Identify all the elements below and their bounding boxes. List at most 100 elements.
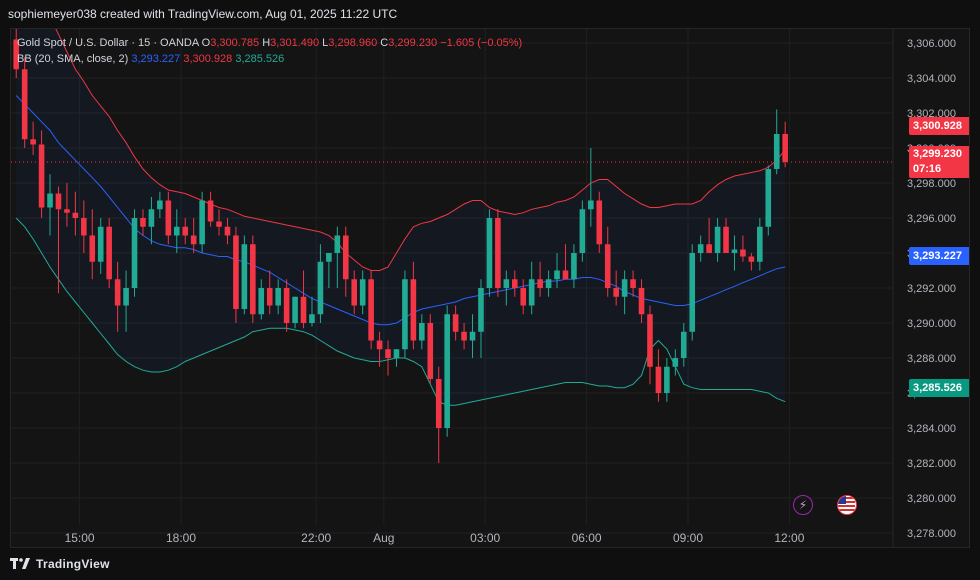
candle-down	[495, 218, 501, 288]
candle-down	[385, 349, 391, 358]
candle-up	[765, 169, 772, 227]
high-label: H	[262, 37, 271, 49]
candle-up	[173, 226, 180, 236]
candle-up	[621, 279, 628, 297]
candle-up	[123, 288, 129, 306]
candle-up	[258, 288, 265, 315]
candle-down	[452, 314, 459, 332]
y-tick-label: 3,304.000	[907, 73, 956, 85]
chart-pane[interactable]: 3,306.0003,304.0003,302.0003,300.0003,29…	[10, 28, 970, 548]
candle-down	[638, 288, 645, 315]
price-chart[interactable]: 3,306.0003,304.0003,302.0003,300.0003,29…	[11, 29, 969, 547]
candle-down	[740, 249, 746, 257]
high-value: 3,301.490	[270, 37, 320, 49]
candle-down	[630, 279, 636, 288]
candle-down	[140, 218, 146, 227]
candle-down	[64, 209, 70, 213]
candle-up	[393, 349, 400, 358]
x-tick-label: 03:00	[470, 531, 500, 545]
upper-band-price-badge: 3,300.928	[909, 117, 969, 135]
candle-up	[486, 218, 493, 288]
last-price-value: 3,299.230	[913, 148, 962, 160]
candle-up	[275, 288, 281, 306]
candle-down	[38, 144, 45, 208]
candle-up	[419, 323, 425, 341]
candle-down	[266, 288, 273, 306]
candle-down	[706, 244, 712, 253]
candle-up	[528, 279, 535, 306]
close-value: 3,299.230	[388, 37, 438, 49]
bb-upper-value: 3,300.928	[183, 53, 233, 65]
candle-up	[689, 253, 696, 332]
candle-down	[283, 288, 290, 323]
lightning-icon[interactable]: ⚡	[793, 495, 813, 515]
candle-down	[165, 200, 172, 236]
candle-down	[537, 279, 543, 288]
candle-down	[613, 288, 619, 297]
attribution-bar: sophiemeyer038 created with TradingView.…	[0, 0, 980, 28]
candle-down	[250, 244, 256, 315]
candle-up	[292, 296, 298, 323]
candle-up	[47, 193, 53, 208]
candle-down	[562, 270, 569, 280]
y-tick-label: 3,278.000	[907, 528, 956, 540]
candle-down	[520, 288, 527, 306]
candle-down	[655, 366, 662, 393]
us-flag-icon[interactable]	[837, 495, 857, 515]
x-tick-label: 06:00	[572, 531, 602, 545]
candle-up	[731, 249, 738, 253]
candle-down	[723, 226, 729, 253]
chart-legend: Gold Spot / U.S. Dollar · 15 · OANDA O 3,…	[17, 35, 522, 67]
candle-down	[72, 212, 79, 218]
candle-down	[647, 314, 653, 367]
candle-down	[461, 331, 467, 341]
candle-down	[351, 279, 358, 306]
candle-down	[376, 340, 383, 350]
candle-down	[511, 279, 518, 288]
candle-down	[748, 256, 755, 262]
bb-indicator-title[interactable]: BB (20, SMA, close, 2)	[17, 53, 128, 65]
candle-down	[114, 279, 121, 306]
candle-up	[309, 314, 315, 323]
bb-legend-row: BB (20, SMA, close, 2) 3,293.227 3,300.9…	[17, 51, 522, 67]
candle-down	[342, 235, 349, 280]
candle-up	[478, 288, 484, 332]
tradingview-brand[interactable]: TradingView	[36, 548, 110, 580]
y-tick-label: 3,280.000	[907, 493, 956, 505]
y-tick-label: 3,288.000	[907, 353, 956, 365]
candle-down	[410, 279, 417, 341]
y-tick-label: 3,306.000	[907, 38, 956, 50]
y-tick-label: 3,292.000	[907, 283, 956, 295]
candle-up	[131, 218, 138, 288]
candle-up	[571, 253, 577, 280]
y-tick-label: 3,290.000	[907, 318, 956, 330]
candle-down	[190, 235, 197, 245]
candle-up	[664, 366, 670, 393]
candle-up	[545, 279, 552, 288]
candle-up	[241, 244, 248, 309]
open-label: O	[201, 37, 211, 49]
candle-up	[157, 200, 163, 210]
candle-down	[427, 323, 434, 379]
candle-down	[55, 193, 62, 210]
last-price-badge: 3,299.230 07:16	[909, 146, 969, 178]
y-tick-label: 3,296.000	[907, 213, 956, 225]
x-tick-label: 15:00	[65, 531, 95, 545]
x-tick-label: 18:00	[166, 531, 196, 545]
y-tick-label: 3,298.000	[907, 178, 956, 190]
candle-up	[326, 253, 332, 262]
candle-up	[773, 134, 780, 169]
candle-down	[300, 296, 307, 323]
candle-down	[81, 218, 87, 236]
candle-up	[402, 279, 408, 350]
x-tick-label: Aug	[373, 531, 394, 545]
candle-down	[207, 200, 214, 222]
candle-down	[30, 139, 36, 145]
candle-down	[435, 379, 442, 428]
candle-up	[680, 331, 687, 358]
candle-up	[503, 279, 510, 288]
x-tick-label: 09:00	[673, 531, 703, 545]
candle-down	[216, 221, 222, 227]
ohlc-legend-row: Gold Spot / U.S. Dollar · 15 · OANDA O 3,…	[17, 35, 522, 51]
symbol-title[interactable]: Gold Spot / U.S. Dollar · 15 · OANDA	[17, 37, 199, 49]
